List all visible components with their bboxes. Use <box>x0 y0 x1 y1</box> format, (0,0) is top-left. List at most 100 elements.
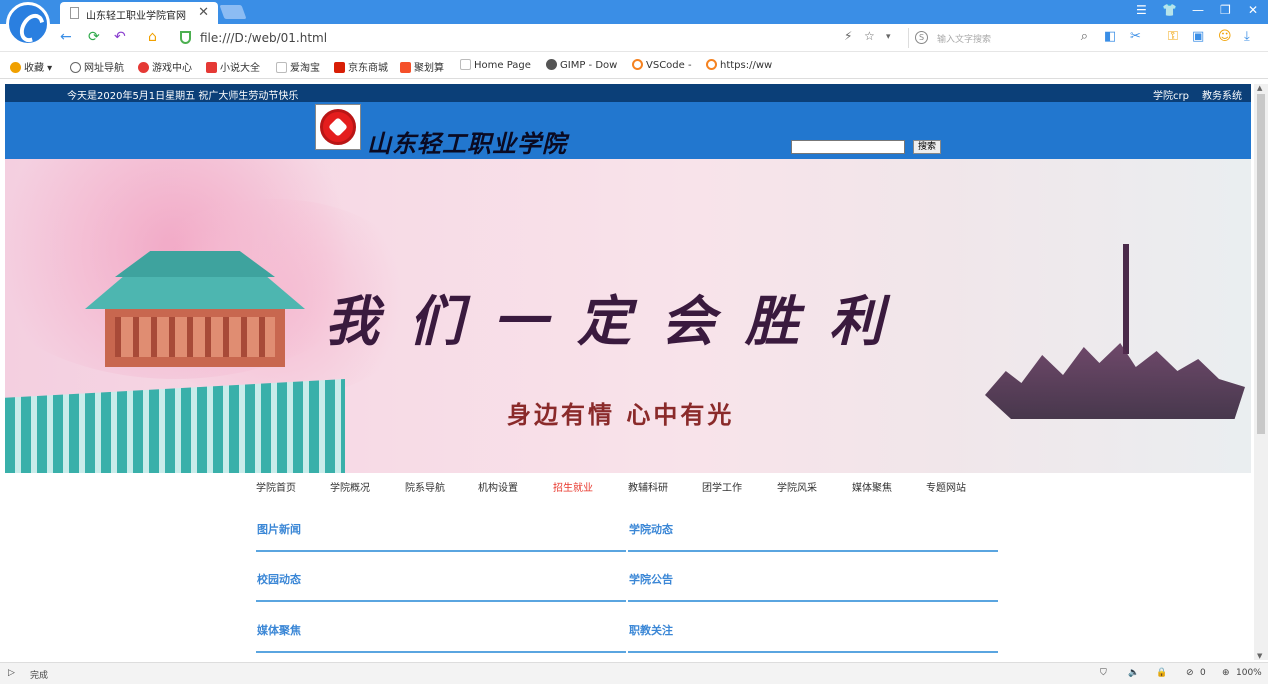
section-title[interactable]: 媒体聚焦 <box>257 622 301 638</box>
bookmark-item[interactable]: 爱淘宝 <box>276 59 320 74</box>
section-title[interactable]: 图片新闻 <box>257 521 301 537</box>
section-college-news: 学院动态 <box>628 512 998 552</box>
search-box[interactable]: S 输入文字搜索 ⌕ <box>908 28 1090 48</box>
globe-icon <box>70 62 81 73</box>
speaker-icon[interactable]: 🔈 <box>1128 668 1139 678</box>
browser-tab[interactable]: 山东轻工职业学院官网 ✕ <box>60 2 218 24</box>
bookmark-label: https://ww <box>720 60 773 71</box>
bookmark-label: 收藏 <box>24 63 44 74</box>
restore-button[interactable]: ❐ <box>1220 3 1231 17</box>
bookmark-item[interactable]: https://ww <box>706 59 772 71</box>
close-tab-icon[interactable]: ✕ <box>198 5 209 20</box>
bookmark-item[interactable]: 游戏中心 <box>138 59 192 74</box>
book-icon <box>206 62 217 73</box>
bookmark-item[interactable]: VSCode - <box>632 59 692 71</box>
sogou-icon <box>706 59 717 70</box>
school-name[interactable]: 山东轻工职业学院 <box>367 124 567 159</box>
site-search-button[interactable]: 搜索 <box>913 140 941 154</box>
browser-logo-icon[interactable] <box>6 2 50 46</box>
bookmark-label: 网址导航 <box>84 63 124 74</box>
section-title[interactable]: 学院动态 <box>629 521 673 537</box>
shield-icon[interactable]: ⛉ <box>1100 668 1107 678</box>
section-title[interactable]: 校园动态 <box>257 571 301 587</box>
nav-item-special-sites[interactable]: 专题网站 <box>926 479 966 494</box>
close-window-button[interactable]: ✕ <box>1248 3 1258 17</box>
bookmark-label: GIMP - Dow <box>560 60 618 71</box>
scroll-up-icon[interactable]: ▲ <box>1257 84 1262 92</box>
bookmark-item[interactable]: 京东商城 <box>334 59 388 74</box>
bookmark-item[interactable]: GIMP - Dow <box>546 59 617 71</box>
bookmark-label: 聚划算 <box>414 63 444 74</box>
tab-title: 山东轻工职业学院官网 <box>86 11 186 22</box>
crp-link[interactable]: 学院crp <box>1153 87 1189 102</box>
nav-item-overview[interactable]: 学院概况 <box>330 479 370 494</box>
bookmarks-bar: 收藏 ▾ 网址导航 游戏中心 小说大全 爱淘宝 京东商城 聚划算 Home Pa… <box>0 53 1268 79</box>
address-url[interactable]: file:///D:/web/01.html <box>200 31 327 45</box>
back-icon[interactable]: ← <box>60 29 72 45</box>
juhuasuan-icon <box>400 62 411 73</box>
bookmark-item[interactable]: 收藏 ▾ <box>10 59 52 74</box>
search-engine-icon[interactable]: S <box>915 31 928 44</box>
home-icon[interactable]: ⌂ <box>148 29 157 45</box>
section-campus-news: 校园动态 <box>256 562 626 602</box>
banner-slogan: 我们一定会胜利 <box>325 289 913 353</box>
bookmark-item[interactable]: Home Page <box>460 59 531 71</box>
search-icon[interactable]: ⌕ <box>1081 29 1088 44</box>
extension-icon[interactable]: ◧ <box>1104 29 1116 44</box>
site-search-input[interactable] <box>791 140 905 154</box>
nav-item-gallery[interactable]: 学院风采 <box>777 479 817 494</box>
bookmark-label: 爱淘宝 <box>290 63 320 74</box>
page-icon <box>70 7 79 19</box>
bookmark-item[interactable]: 网址导航 <box>70 59 124 74</box>
star-icon[interactable]: ☆ <box>864 29 875 43</box>
section-title[interactable]: 职教关注 <box>629 622 673 638</box>
status-bar: ▷ 完成 ⛉ 🔈 🔒 ⊘ 0 ⊕ 100% <box>0 662 1268 684</box>
nav-item-departments[interactable]: 院系导航 <box>405 479 445 494</box>
menu-icon[interactable]: ☰ <box>1136 3 1147 17</box>
dropdown-icon[interactable]: ▾ <box>886 32 891 42</box>
bookmark-item[interactable]: 小说大全 <box>206 59 260 74</box>
vertical-scrollbar[interactable]: ▲ ▼ <box>1254 84 1268 660</box>
nav-item-home[interactable]: 学院首页 <box>256 479 296 494</box>
emoji-icon[interactable]: ☺ <box>1218 29 1232 44</box>
section-vocational-focus: 职教关注 <box>628 613 998 653</box>
page-icon <box>460 59 471 70</box>
undo-icon[interactable]: ↶ <box>114 29 126 45</box>
zoom-icon[interactable]: ⊕ <box>1222 668 1230 678</box>
nav-item-student-work[interactable]: 团学工作 <box>702 479 742 494</box>
bookmark-label: 游戏中心 <box>152 63 192 74</box>
bookmark-label: VSCode - <box>646 60 692 71</box>
screenshot-icon[interactable]: ▣ <box>1192 29 1204 44</box>
play-icon[interactable]: ▷ <box>8 668 15 678</box>
lock-icon[interactable]: 🔒 <box>1156 668 1167 678</box>
browser-titlebar: 山东轻工职业学院官网 ✕ ☰ 👕 — ❐ ✕ <box>0 0 1268 24</box>
section-photo-news: 图片新闻 <box>256 512 626 552</box>
city-skyline-illustration <box>985 343 1245 419</box>
zoom-level[interactable]: 100% <box>1236 668 1262 678</box>
lightning-icon[interactable]: ⚡ <box>844 29 852 43</box>
nav-item-media[interactable]: 媒体聚焦 <box>852 479 892 494</box>
scissors-icon[interactable]: ✂ <box>1130 29 1141 44</box>
minimize-button[interactable]: — <box>1192 3 1204 17</box>
bookmark-item[interactable]: 聚划算 <box>400 59 444 74</box>
skin-icon[interactable]: 👕 <box>1162 3 1177 17</box>
nav-item-research[interactable]: 教辅科研 <box>628 479 668 494</box>
adblock-icon[interactable]: ⊘ <box>1186 668 1194 678</box>
scrollbar-thumb[interactable] <box>1257 94 1265 434</box>
refresh-icon[interactable]: ⟳ <box>88 29 100 45</box>
new-tab-button[interactable] <box>219 5 247 19</box>
nav-item-admissions[interactable]: 招生就业 <box>553 479 593 494</box>
academic-system-link[interactable]: 教务系统 <box>1202 87 1242 102</box>
key-icon[interactable]: ⚿ <box>1168 29 1178 44</box>
download-icon[interactable]: ⤓ <box>1244 29 1250 44</box>
status-text: 完成 <box>30 671 49 681</box>
scroll-down-icon[interactable]: ▼ <box>1257 652 1262 660</box>
adblock-count: 0 <box>1200 668 1206 678</box>
address-bar[interactable]: file:///D:/web/01.html ⚡ ☆ ▾ <box>172 28 902 48</box>
top-notice-bar: 今天是2020年5月1日星期五 祝广大师生劳动节快乐 学院crp 教务系统 <box>5 84 1251 102</box>
section-title[interactable]: 学院公告 <box>629 571 673 587</box>
site-header: 山东轻工职业学院 搜索 <box>5 102 1251 159</box>
browser-navbar: ← ⟳ ↶ ⌂ file:///D:/web/01.html ⚡ ☆ ▾ S 输… <box>0 24 1268 52</box>
nav-item-organization[interactable]: 机构设置 <box>478 479 518 494</box>
school-logo[interactable] <box>315 104 361 150</box>
